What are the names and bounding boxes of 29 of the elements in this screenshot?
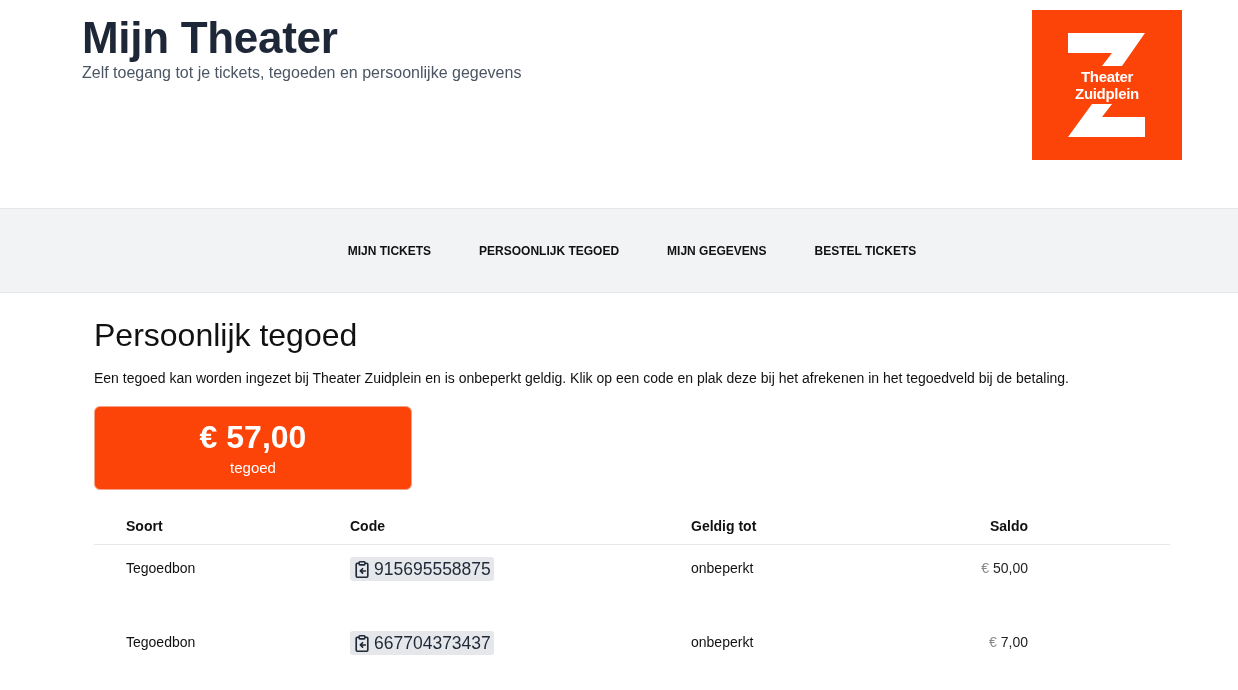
column-header: Soort xyxy=(125,518,164,534)
table-cell-text: onbeperkt xyxy=(691,560,755,577)
copy-code-button[interactable]: 667704373437 xyxy=(350,631,494,655)
column-header: Code xyxy=(350,518,386,534)
column-header: Saldo xyxy=(989,518,1028,534)
amount-text: 50,00 xyxy=(992,560,1028,576)
balance-amount: € 57,00 xyxy=(199,419,307,455)
column-header: Geldig tot xyxy=(691,518,758,534)
clipboard-icon xyxy=(355,560,369,578)
page-heading: Persoonlijk tegoed xyxy=(94,317,359,353)
logo-text: Zuidplein xyxy=(1075,85,1139,102)
intro-text: Een tegoed kan worden ingezet bij Theater Zuidplein en is onbeperkt geldig. Klik op een code en plak deze bij het afrekenen in het tegoedveld bij de betaling. xyxy=(94,370,1070,387)
site-title: Mijn Theater xyxy=(82,14,339,62)
table-cell-text: Tegoedbon xyxy=(125,560,197,577)
balance-label: tegoed xyxy=(230,459,276,477)
nav-link[interactable]: MIJN GEGEVENS xyxy=(667,243,767,258)
copy-code-button[interactable]: 915695558875 xyxy=(350,557,494,581)
currency-symbol: € xyxy=(981,560,989,576)
nav-link[interactable]: BESTEL TICKETS xyxy=(814,243,917,258)
clipboard-icon xyxy=(355,634,369,652)
logo-text: Theater xyxy=(1080,68,1134,85)
nav-link[interactable]: PERSOONLIJK TEGOED xyxy=(479,243,620,258)
site-subtitle: Zelf toegang tot je tickets, tegoeden en persoonlijke gegevens xyxy=(82,63,522,82)
nav-link[interactable]: MIJN TICKETS xyxy=(347,243,432,258)
amount-text: 7,00 xyxy=(1000,634,1028,650)
table-cell-text: Tegoedbon xyxy=(125,634,197,651)
table-cell-text: onbeperkt xyxy=(691,634,755,651)
currency-symbol: € xyxy=(988,634,997,650)
z-letter-icon xyxy=(1068,33,1145,137)
